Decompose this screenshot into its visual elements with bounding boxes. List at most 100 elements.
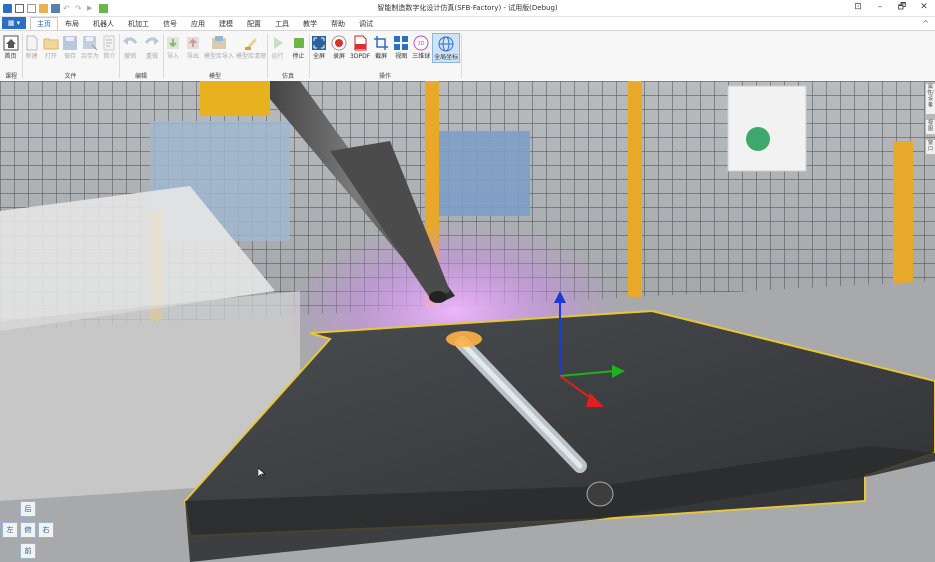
restore-ribbon-button[interactable]: ⊡ [851,1,865,14]
tab-layout[interactable]: 布局 [58,17,86,30]
view-button[interactable]: 视图 [392,33,410,63]
ribbon-tab-bar: ▦ ▾ 主页 布局 机器人 机加工 信号 应用 建模 配置 工具 教学 帮助 调… [0,17,935,30]
fullscreen-icon [312,36,326,50]
undo-button[interactable]: 撤销 [120,33,140,61]
open-button[interactable]: 打开 [42,33,59,61]
view-back-button[interactable]: 后 [20,501,36,517]
tab-help[interactable]: 帮助 [324,17,352,30]
open-folder-icon [43,38,59,50]
tab-tools[interactable]: 工具 [268,17,296,30]
ribbon: 首页 课程 新建 打开 保存 另存为 简介 文件 撤销 重做 编辑 导入 导出 … [0,30,935,82]
run-button[interactable]: 运行 [268,33,287,61]
record-label: 录屏 [333,53,346,60]
view-icon [394,36,409,50]
run-label: 运行 [271,53,284,60]
import-button[interactable]: 导入 [164,33,182,61]
import-label: 导入 [166,53,179,60]
side-tab-view[interactable]: 视图 [925,119,935,135]
record-button[interactable]: 录屏 [330,33,348,63]
3d-viewport[interactable]: 后 左 俯 右 前 属性/设备 视图 窗口 [0,81,935,562]
view-right-button[interactable]: 右 [38,522,54,538]
home-label: 首页 [4,53,17,60]
global-axis-label: 全局坐标 [434,54,459,61]
side-panel-tabs: 属性/设备 视图 窗口 [925,83,935,159]
view-top-button[interactable]: 俯 [20,522,36,538]
library-import-button[interactable]: 模型库导入 [204,33,234,61]
group-divider [461,34,462,78]
window-title: 智能制造数字化设计仿真(SFB-Factory) - 试用版(Debug) [377,4,558,12]
pdf-label: 3DPDF [350,53,371,60]
sphere-button[interactable]: 3D 三维球 [412,33,430,63]
save-icon [63,36,78,50]
file-menu-button[interactable]: ▦ ▾ [2,17,26,29]
stop-button[interactable]: 停止 [289,33,308,61]
tab-home[interactable]: 主页 [30,17,58,30]
global-axis-button[interactable]: 全局坐标 [432,33,460,63]
tab-teaching[interactable]: 教学 [296,17,324,30]
redo-icon [144,37,159,45]
new-button[interactable]: 新建 [23,33,40,61]
tab-debug[interactable]: 调试 [352,17,380,30]
save-button[interactable]: 保存 [62,33,79,61]
group-operation: 全屏 录屏 3DPDF 截屏 视图 3D 三维球 全局坐标 操作 [310,31,460,81]
close-button[interactable]: ✕ [917,1,931,14]
view-left-button[interactable]: 左 [2,522,18,538]
pdf-button[interactable]: 3DPDF [350,33,370,63]
group-simulation-label: 仿真 [281,73,294,80]
save-label: 保存 [64,53,77,60]
screenshot-label: 截屏 [375,53,388,60]
tab-robot[interactable]: 机器人 [86,17,121,30]
mouse-cursor-icon [258,468,266,478]
side-tab-properties[interactable]: 属性/设备 [925,83,935,115]
tab-modeling[interactable]: 建模 [212,17,240,30]
home-icon [3,35,18,51]
open-label: 打开 [44,53,57,60]
redo-label: 重做 [145,53,158,60]
info-button[interactable]: 简介 [101,33,118,61]
save-as-label: 另存为 [80,53,99,60]
record-icon [331,35,347,51]
run-icon [273,37,283,49]
library-clean-label: 模型库清理 [236,53,267,60]
group-model-label: 模型 [208,73,221,80]
info-label: 简介 [103,53,116,60]
new-label: 新建 [25,53,38,60]
library-clean-button[interactable]: 模型库清理 [236,33,266,61]
pdf-icon [354,35,367,51]
tab-signal[interactable]: 信号 [156,17,184,30]
group-edit-label: 编辑 [134,73,147,80]
tab-application[interactable]: 应用 [184,17,212,30]
collapse-ribbon-icon[interactable]: ^ [922,19,929,28]
window-controls: ⊡ – 🗗 ✕ [851,1,931,14]
side-tab-window[interactable]: 窗口 [925,139,935,155]
library-clean-icon [245,38,257,50]
undo-icon [123,37,138,45]
fullscreen-label: 全屏 [313,53,326,60]
svg-text:3D: 3D [418,41,425,47]
group-operation-label: 操作 [378,73,391,80]
library-import-label: 模型库导入 [204,53,235,60]
screenshot-button[interactable]: 截屏 [372,33,390,63]
redo-button[interactable]: 重做 [142,33,162,61]
group-course-label: 课程 [4,73,17,80]
view-front-button[interactable]: 前 [20,543,36,559]
group-simulation: 运行 停止 仿真 [268,31,308,81]
minimize-button[interactable]: – [873,1,887,14]
export-button[interactable]: 导出 [184,33,202,61]
fullscreen-button[interactable]: 全屏 [310,33,328,63]
tab-config[interactable]: 配置 [240,17,268,30]
title-bar: ↶ ↷ ▶ 智能制造数字化设计仿真(SFB-Factory) - 试用版(Deb… [0,0,935,17]
save-as-button[interactable]: 另存为 [81,33,99,61]
scene-render [0,81,935,562]
sphere-label: 三维球 [412,53,431,60]
stop-label: 停止 [292,53,305,60]
group-course: 首页 课程 [0,31,22,81]
tab-machining[interactable]: 机加工 [121,17,156,30]
ribbon-tabs: 主页 布局 机器人 机加工 信号 应用 建模 配置 工具 教学 帮助 调试 [30,17,380,30]
save-as-icon [82,36,98,51]
maximize-button[interactable]: 🗗 [895,1,909,14]
view-label: 视图 [395,53,408,60]
group-model: 导入 导出 模型库导入 模型库清理 模型 [164,31,266,81]
home-button[interactable]: 首页 [0,33,21,61]
global-axis-icon [438,36,454,52]
